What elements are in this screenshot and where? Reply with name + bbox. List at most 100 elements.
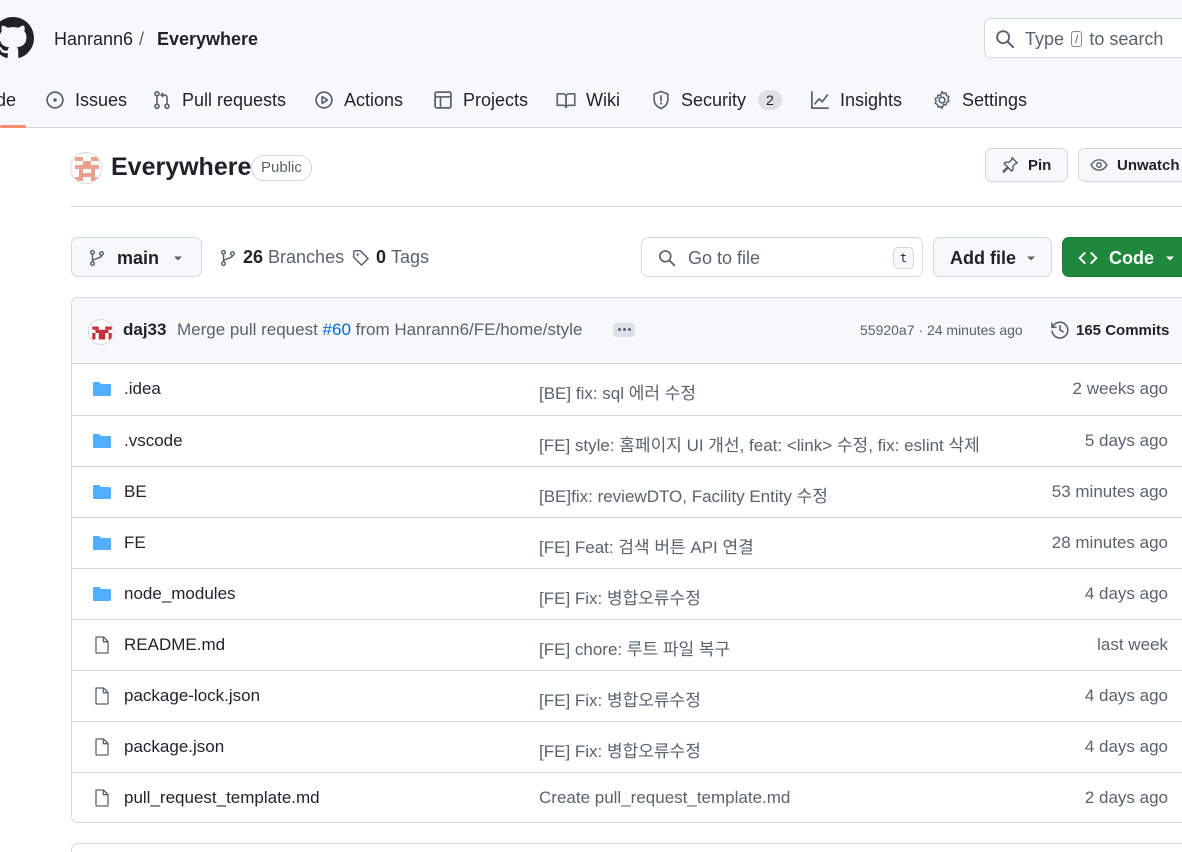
readme-box (71, 843, 1182, 852)
tab-security-label: Security (681, 89, 747, 110)
commit-pr-link[interactable]: #60 (323, 320, 351, 339)
tab-settings[interactable]: Settings (932, 80, 1027, 120)
shield-icon (653, 90, 669, 110)
breadcrumb-repo[interactable]: Everywhere (157, 28, 258, 50)
file-commit-message[interactable]: [FE] Fix: 병합오류수정 (539, 686, 701, 711)
file-row[interactable]: BE [BE]fix: reviewDTO, Facility Entity 수… (72, 466, 1182, 517)
play-icon (315, 91, 333, 109)
pin-button-label: Pin (1028, 156, 1052, 174)
tags-count: 0 (376, 247, 387, 267)
code-button-label: Code (1109, 248, 1154, 268)
branch-select-button[interactable]: main (71, 237, 202, 277)
chevron-down-icon (174, 256, 182, 261)
history-icon (1051, 321, 1069, 339)
global-header: Hanrann6 / Everywhere Type / to search d… (0, 0, 1182, 128)
file-row[interactable]: FE [FE] Feat: 검색 버튼 API 연결 28 minutes ag… (72, 517, 1182, 568)
tab-code-label: de (0, 89, 17, 110)
unwatch-button[interactable]: Unwatch (1078, 148, 1182, 182)
tab-insights-label: Insights (840, 89, 903, 110)
file-commit-message[interactable]: [FE] style: 홈페이지 UI 개선, feat: <link> 수정,… (539, 431, 980, 456)
commits-count: 165 Commits (1076, 321, 1170, 339)
file-name[interactable]: README.md (124, 635, 225, 655)
file-row[interactable]: pull_request_template.md Create pull_req… (72, 772, 1182, 822)
file-name[interactable]: pull_request_template.md (124, 788, 320, 808)
commits-history-link[interactable]: 165 Commits (1050, 320, 1169, 340)
file-browser: daj33 Merge pull request #60 from Hanran… (71, 297, 1182, 823)
file-name[interactable]: .idea (124, 379, 161, 399)
search-icon (996, 30, 1015, 49)
add-file-button[interactable]: Add file (933, 237, 1052, 277)
file-commit-message[interactable]: [FE] Fix: 병합오류수정 (539, 584, 701, 609)
tab-security[interactable]: Security 2 (651, 80, 782, 120)
tab-insights[interactable]: Insights (810, 80, 902, 120)
file-commit-message[interactable]: Create pull_request_template.md (539, 788, 790, 808)
tab-code[interactable]: de (0, 80, 16, 120)
repo-nav-tabs: de Issues Pull requests Actions Projects… (0, 80, 1182, 128)
tab-wiki-label: Wiki (586, 89, 620, 110)
go-to-file-placeholder: Go to file (688, 248, 761, 268)
file-icon (95, 687, 109, 705)
tab-wiki[interactable]: Wiki (556, 80, 620, 120)
repo-owner-avatar[interactable] (70, 152, 102, 184)
file-name[interactable]: FE (124, 533, 146, 553)
file-commit-time: 4 days ago (1084, 737, 1168, 756)
commit-sha-time[interactable]: 55920a7 · 24 minutes ago (860, 322, 1023, 338)
file-commit-time: 2 weeks ago (1072, 379, 1168, 398)
tags-link[interactable]: 0 Tags (352, 247, 429, 268)
code-button[interactable]: Code (1062, 237, 1182, 277)
file-icon (95, 738, 109, 756)
git-branch-icon (89, 249, 105, 267)
branches-link[interactable]: 26 Branches (219, 247, 344, 268)
file-row[interactable]: package.json [FE] Fix: 병합오류수정 4 days ago (72, 721, 1182, 772)
file-name[interactable]: BE (124, 482, 147, 502)
file-row[interactable]: .idea [BE] fix: sql 에러 수정 2 weeks ago (72, 364, 1182, 415)
pin-icon (1002, 156, 1019, 173)
file-commit-time: 5 days ago (1084, 431, 1168, 450)
file-commit-time: 53 minutes ago (1051, 482, 1168, 501)
file-icon (95, 789, 109, 807)
commit-author[interactable]: daj33 (123, 320, 166, 340)
file-row[interactable]: .vscode [FE] style: 홈페이지 UI 개선, feat: <l… (72, 415, 1182, 466)
repo-title[interactable]: Everywhere (111, 153, 251, 182)
file-row[interactable]: README.md [FE] chore: 루트 파일 복구 last week (72, 619, 1182, 670)
github-logo-icon[interactable] (0, 17, 34, 59)
tab-active-underline (0, 125, 26, 128)
add-file-label: Add file (950, 248, 1016, 268)
file-name[interactable]: package.json (124, 737, 224, 757)
pin-button[interactable]: Pin (985, 148, 1068, 182)
file-commit-message[interactable]: [FE] chore: 루트 파일 복구 (539, 635, 730, 660)
global-search-input[interactable]: Type / to search (984, 18, 1182, 58)
tab-issues-label: Issues (75, 89, 128, 110)
commit-details-toggle[interactable] (613, 323, 635, 337)
file-commit-time: 28 minutes ago (1051, 533, 1168, 552)
file-commit-message[interactable]: [BE]fix: reviewDTO, Facility Entity 수정 (539, 482, 828, 507)
file-commit-message[interactable]: [FE] Fix: 병합오류수정 (539, 737, 701, 762)
search-placeholder: Type / to search (1025, 29, 1164, 49)
folder-icon (93, 485, 111, 499)
latest-commit-bar: daj33 Merge pull request #60 from Hanran… (72, 298, 1182, 364)
file-commit-time: 4 days ago (1084, 686, 1168, 705)
commit-author-avatar[interactable] (88, 319, 114, 345)
file-commit-message[interactable]: [BE] fix: sql 에러 수정 (539, 379, 696, 404)
breadcrumb-owner[interactable]: Hanrann6 (54, 28, 133, 50)
breadcrumb-separator: / (139, 29, 145, 49)
file-commit-message[interactable]: [FE] Feat: 검색 버튼 API 연결 (539, 533, 754, 558)
file-row[interactable]: package-lock.json [FE] Fix: 병합오류수정 4 day… (72, 670, 1182, 721)
file-commit-time: 2 days ago (1084, 788, 1168, 807)
folder-icon (93, 536, 111, 550)
tab-pull-requests[interactable]: Pull requests (152, 80, 286, 120)
code-icon (1078, 252, 1098, 264)
go-to-file-input[interactable]: Go to file t (641, 237, 923, 277)
tab-actions[interactable]: Actions (314, 80, 403, 120)
file-name[interactable]: package-lock.json (124, 686, 260, 706)
tab-issues[interactable]: Issues (45, 80, 127, 120)
file-name[interactable]: node_modules (124, 584, 236, 604)
visibility-badge: Public (251, 155, 312, 181)
chevron-down-icon (1027, 256, 1035, 261)
file-row[interactable]: node_modules [FE] Fix: 병합오류수정 4 days ago (72, 568, 1182, 619)
file-name[interactable]: .vscode (124, 431, 183, 451)
tab-pull-requests-label: Pull requests (182, 89, 287, 110)
tab-projects[interactable]: Projects (433, 80, 528, 120)
pull-request-icon (154, 90, 170, 110)
commit-message[interactable]: Merge pull request #60 from Hanrann6/FE/… (177, 320, 582, 340)
